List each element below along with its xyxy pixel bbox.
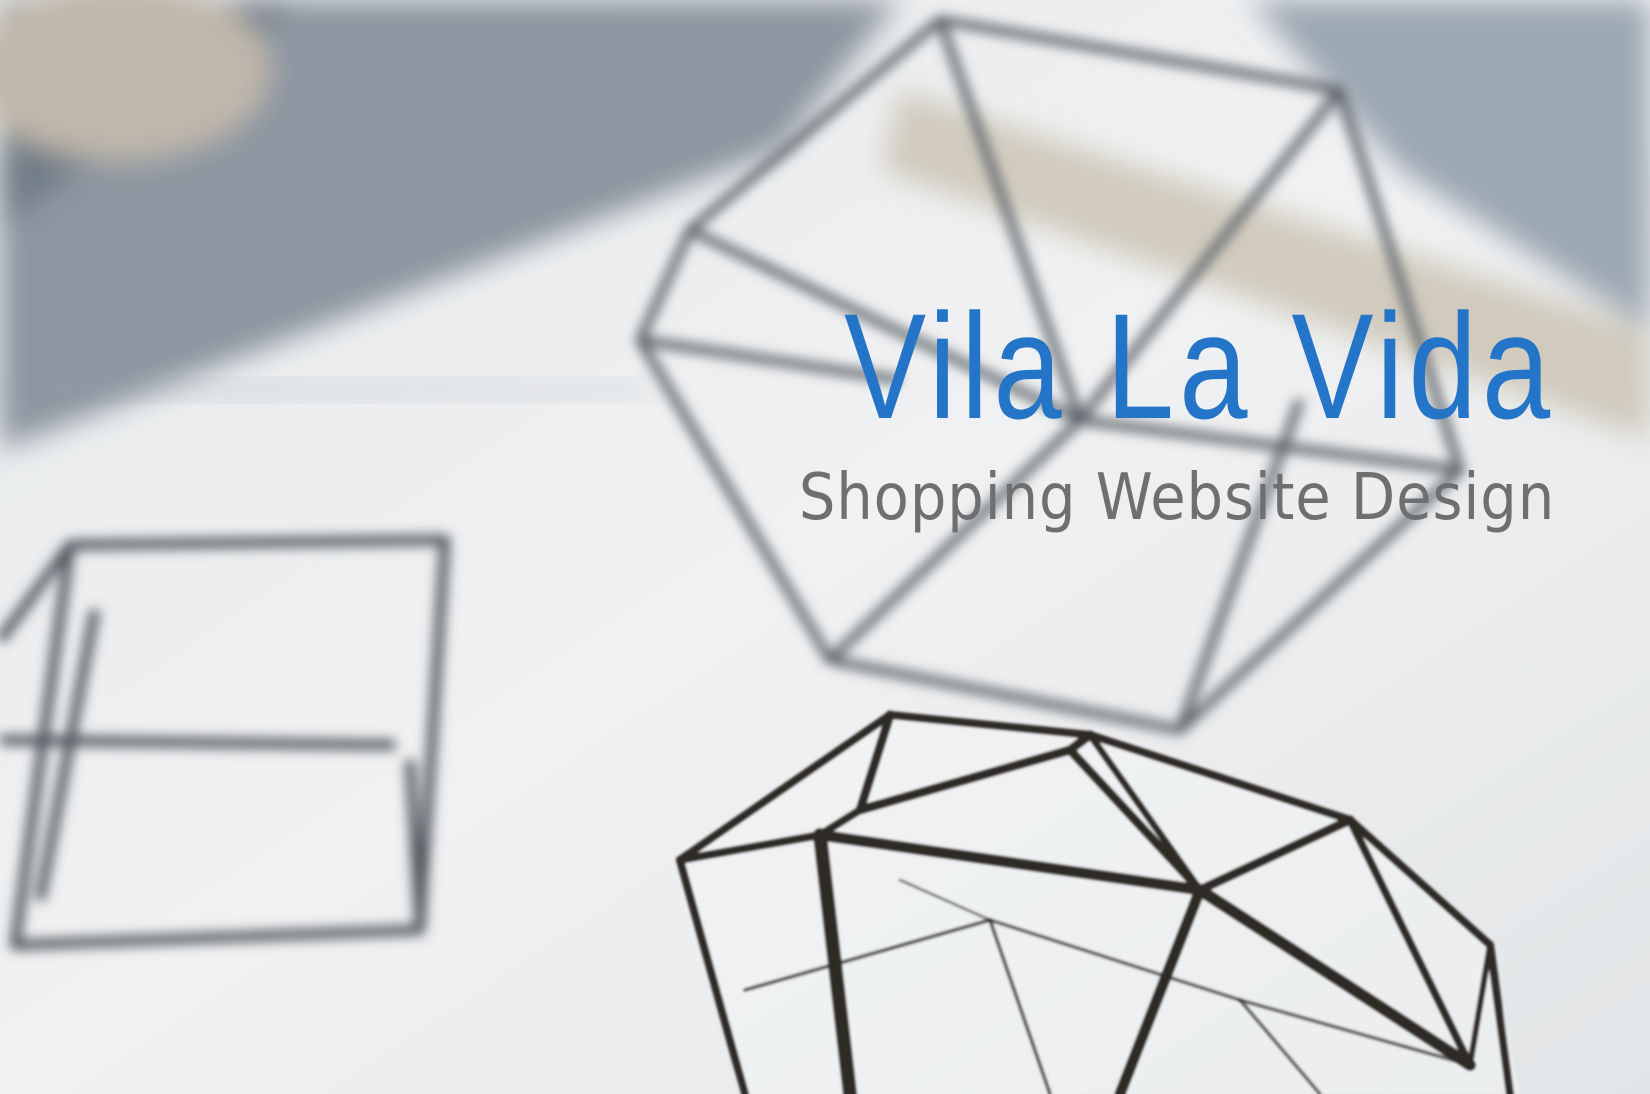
hero-banner: Vila La Vida Shopping Website Design	[0, 0, 1650, 1094]
hero-text: Vila La Vida Shopping Website Design	[688, 282, 1555, 535]
page-title: Vila La Vida	[843, 282, 1555, 450]
background-photo	[0, 0, 1650, 1094]
page-subtitle: Shopping Website Design	[798, 461, 1555, 535]
